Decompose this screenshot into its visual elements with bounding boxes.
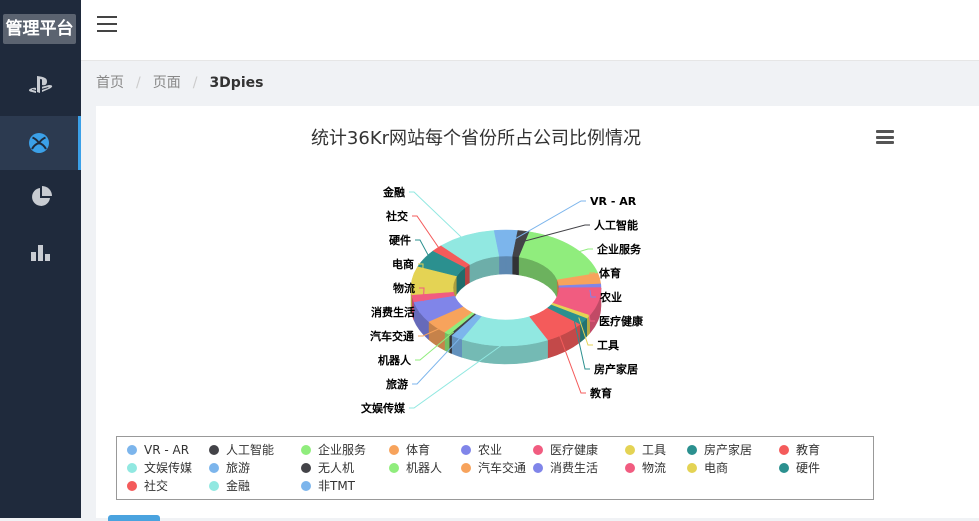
pie-data-label: 企业服务 bbox=[596, 242, 642, 256]
app-logo: 管理平台 bbox=[3, 14, 76, 44]
pie-data-label: 电商 bbox=[392, 257, 414, 271]
svg-text:金融: 金融 bbox=[226, 478, 250, 493]
chart-card: 统计36Kr网站每个省份所占公司比例情况 VR - AR人工智能企业服务体育农业… bbox=[96, 106, 979, 518]
pie-data-label: 人工智能 bbox=[594, 218, 638, 232]
svg-text:房产家居: 房产家居 bbox=[704, 442, 752, 457]
svg-text:农业: 农业 bbox=[478, 443, 502, 457]
legend-item[interactable]: 消费生活 bbox=[533, 461, 598, 475]
pie-data-label: 医疗健康 bbox=[599, 314, 644, 328]
legend-item[interactable]: 汽车交通 bbox=[461, 460, 526, 475]
playstation-icon bbox=[28, 75, 54, 95]
svg-text:人工智能: 人工智能 bbox=[226, 442, 274, 457]
breadcrumb: 首页 / 页面 / 3Dpies bbox=[96, 72, 263, 92]
legend-item[interactable]: 人工智能 bbox=[209, 442, 274, 457]
topbar bbox=[81, 0, 979, 61]
legend-item[interactable]: 医疗健康 bbox=[533, 442, 598, 457]
sidebar-item-playstation[interactable] bbox=[0, 58, 81, 112]
sidebar-item-xbox[interactable] bbox=[0, 116, 81, 170]
svg-text:企业服务: 企业服务 bbox=[318, 442, 366, 457]
legend-item[interactable]: 体育 bbox=[389, 442, 430, 457]
svg-text:文娱传媒: 文娱传媒 bbox=[144, 460, 192, 475]
pie-chart-icon bbox=[30, 186, 52, 208]
breadcrumb-separator: / bbox=[193, 75, 198, 91]
breadcrumb-current: 3Dpies bbox=[209, 75, 263, 91]
legend-item[interactable]: 工具 bbox=[625, 443, 666, 457]
pie-data-label: 汽车交通 bbox=[370, 329, 414, 343]
pie-data-label: 金融 bbox=[382, 185, 405, 199]
pie-slice-side[interactable] bbox=[445, 332, 450, 352]
svg-text:汽车交通: 汽车交通 bbox=[478, 460, 526, 475]
legend-item[interactable]: 电商 bbox=[687, 460, 728, 475]
legend-item[interactable]: VR - AR bbox=[127, 443, 189, 457]
pie-data-label: 农业 bbox=[599, 290, 622, 304]
pie-data-label: 工具 bbox=[597, 339, 619, 352]
pie-data-label: 旅游 bbox=[386, 377, 408, 391]
legend-item[interactable]: 无人机 bbox=[301, 461, 354, 475]
svg-text:VR - AR: VR - AR bbox=[144, 443, 189, 457]
pie-data-label: 教育 bbox=[589, 386, 612, 400]
svg-text:硬件: 硬件 bbox=[796, 461, 820, 475]
svg-text:体育: 体育 bbox=[406, 442, 430, 457]
bar-chart-icon bbox=[30, 242, 52, 262]
legend-item[interactable]: 金融 bbox=[209, 478, 250, 493]
pie-data-label: 消费生活 bbox=[371, 305, 415, 319]
legend-item[interactable]: 硬件 bbox=[779, 461, 820, 475]
pie-slice-side[interactable] bbox=[449, 334, 451, 353]
pie-slice-inner-side bbox=[499, 256, 506, 274]
pie-data-label: 硬件 bbox=[389, 233, 411, 247]
legend-item[interactable]: 物流 bbox=[625, 461, 666, 475]
svg-text:社交: 社交 bbox=[144, 478, 168, 493]
sidebar-item-pie-chart[interactable] bbox=[0, 170, 81, 224]
sidebar-item-bar-chart[interactable] bbox=[0, 225, 81, 279]
svg-text:电商: 电商 bbox=[704, 460, 728, 475]
svg-text:教育: 教育 bbox=[796, 442, 820, 457]
pie-slice-inner-side bbox=[465, 265, 470, 286]
pie-chart: VR - AR 人工智能企业服务体育农业医疗健康工具房产家居教育 金融社交硬件电商物… bbox=[96, 106, 979, 436]
svg-text:物流: 物流 bbox=[642, 461, 666, 475]
svg-text:旅游: 旅游 bbox=[226, 461, 250, 475]
legend-item[interactable]: 房产家居 bbox=[687, 442, 752, 457]
legend-item[interactable]: 社交 bbox=[127, 478, 168, 493]
pie-data-label: 文娱传媒 bbox=[361, 401, 406, 415]
pie-data-label: 体育 bbox=[599, 266, 621, 280]
menu-toggle-icon[interactable] bbox=[97, 16, 117, 32]
legend-item[interactable]: 农业 bbox=[461, 443, 502, 457]
svg-text:消费生活: 消费生活 bbox=[550, 461, 598, 475]
bottom-button[interactable] bbox=[108, 515, 160, 521]
breadcrumb-page[interactable]: 页面 bbox=[153, 75, 181, 91]
pie-data-label: 房产家居 bbox=[594, 362, 638, 376]
pie-data-label: 社交 bbox=[385, 209, 408, 223]
pie-data-label: 机器人 bbox=[378, 353, 412, 367]
svg-text:医疗健康: 医疗健康 bbox=[550, 442, 598, 457]
svg-text:非TMT: 非TMT bbox=[318, 479, 356, 493]
legend-item[interactable]: 企业服务 bbox=[301, 442, 366, 457]
xbox-icon bbox=[28, 132, 50, 154]
legend-item[interactable]: 文娱传媒 bbox=[127, 460, 192, 475]
legend-item[interactable]: 机器人 bbox=[389, 461, 442, 475]
breadcrumb-separator: / bbox=[136, 75, 141, 91]
legend-item[interactable]: 教育 bbox=[779, 442, 820, 457]
svg-text:工具: 工具 bbox=[642, 443, 666, 457]
legend-item[interactable]: 非TMT bbox=[301, 479, 356, 493]
chart-legend: VR - AR 人工智能 企业服务 体育 农业 医疗健康 工具 房产家居 教育文娱传媒 旅游 无人机… bbox=[116, 436, 874, 500]
breadcrumb-home[interactable]: 首页 bbox=[96, 75, 124, 91]
sidebar: 管理平台 bbox=[0, 0, 81, 518]
pie-data-label: VR - AR bbox=[590, 195, 637, 208]
pie-slice-inner-side bbox=[513, 256, 520, 275]
pie-slice-inner-side bbox=[506, 256, 513, 274]
pie-data-label: 物流 bbox=[393, 281, 415, 295]
legend-item[interactable]: 旅游 bbox=[209, 461, 250, 475]
svg-text:无人机: 无人机 bbox=[318, 461, 354, 475]
svg-text:机器人: 机器人 bbox=[406, 461, 442, 475]
